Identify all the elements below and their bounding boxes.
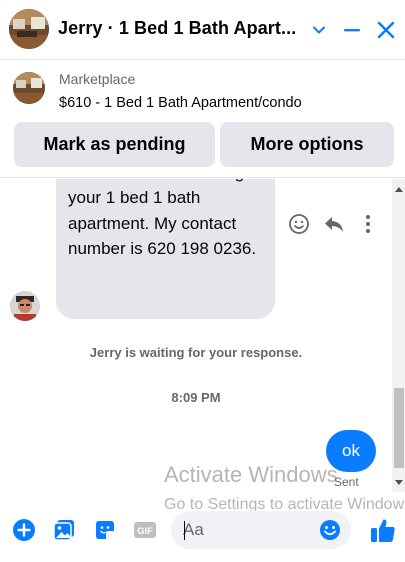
gif-icon[interactable]: GIF xyxy=(133,518,157,542)
svg-text:GIF: GIF xyxy=(137,526,153,537)
scroll-down-arrow-icon[interactable] xyxy=(395,480,403,485)
reply-icon[interactable] xyxy=(322,212,346,236)
chat-header: Jerry · 1 Bed 1 Bath Apart... xyxy=(0,0,405,60)
chevron-down-icon[interactable] xyxy=(305,16,333,44)
scroll-up-arrow-icon[interactable] xyxy=(395,187,403,192)
sticker-icon[interactable] xyxy=(93,518,117,542)
close-icon[interactable] xyxy=(372,16,400,44)
activation-watermark-title: Activate Windows xyxy=(164,462,338,487)
message-list: I'm interested in renting your 1 bed 1 b… xyxy=(0,179,392,492)
marketplace-listing-card: Marketplace $610 - 1 Bed 1 Bath Apartmen… xyxy=(0,60,405,178)
like-icon[interactable] xyxy=(369,516,397,544)
avatar[interactable] xyxy=(10,291,40,321)
incoming-message-bubble[interactable]: I'm interested in renting your 1 bed 1 b… xyxy=(56,179,275,319)
plus-icon[interactable] xyxy=(12,518,36,542)
message-scrollbar[interactable] xyxy=(392,179,405,492)
chat-window: Jerry · 1 Bed 1 Bath Apart... Marketplac… xyxy=(0,0,405,562)
chat-title[interactable]: Jerry · 1 Bed 1 Bath Apart... xyxy=(58,18,296,39)
listing-source: Marketplace xyxy=(59,71,136,87)
listing-title[interactable]: $610 - 1 Bed 1 Bath Apartment/condo xyxy=(59,95,302,111)
text-caret xyxy=(184,521,185,540)
mark-as-pending-button[interactable]: Mark as pending xyxy=(14,122,215,167)
message-input[interactable] xyxy=(183,511,313,549)
waiting-notice: Jerry is waiting for your response. xyxy=(89,345,303,360)
emoji-react-icon[interactable] xyxy=(287,212,311,236)
emoji-icon[interactable] xyxy=(318,518,342,542)
more-options-button[interactable]: More options xyxy=(220,122,394,167)
minimize-icon[interactable] xyxy=(338,16,366,44)
incoming-message-text: I'm interested in renting your 1 bed 1 b… xyxy=(68,179,257,258)
message-timestamp: 8:09 PM xyxy=(171,390,221,405)
listing-avatar[interactable] xyxy=(9,9,49,49)
scrollbar-thumb[interactable] xyxy=(394,388,404,468)
photo-icon[interactable] xyxy=(52,518,76,542)
listing-thumbnail[interactable] xyxy=(13,72,45,104)
message-status: Sent xyxy=(334,475,359,489)
message-composer: GIF xyxy=(0,492,405,562)
message-input-container[interactable] xyxy=(171,511,351,549)
more-icon[interactable] xyxy=(356,212,380,236)
